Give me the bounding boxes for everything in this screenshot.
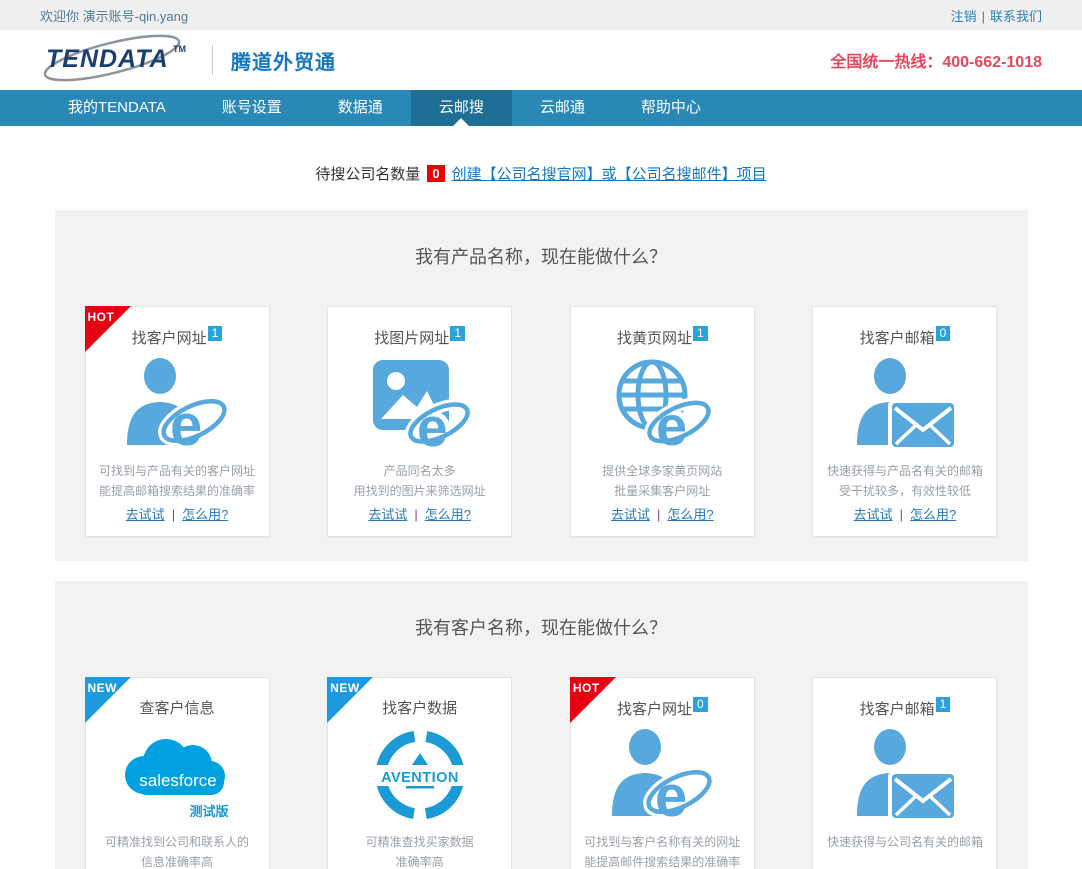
person-browser-icon: e e <box>571 719 754 832</box>
card-desc-line1: 快速获得与公司名有关的邮箱 <box>827 832 983 852</box>
nav-item-data-tool[interactable]: 数据通 <box>310 90 411 126</box>
card-check-customer-info: NEW 查客户信息 salesforce 测试版 可精准找到公司和联系人的 信息… <box>85 677 270 869</box>
how-to-use-link[interactable]: 怎么用? <box>425 507 471 522</box>
card-find-customer-website: HOT 找客户网址0 e e 可找到与客户名称有关的网址 能提高邮件搜索结果的准… <box>570 677 755 869</box>
try-it-link[interactable]: 去试试 <box>368 507 407 522</box>
header: TENDATA TM 腾道外贸通 全国统一热线：400-662-1018 <box>0 30 1082 90</box>
section-title: 我有客户名称，现在能做什么？ <box>55 581 1028 640</box>
globe-browser-icon: e e <box>571 348 754 461</box>
card-title: 找客户数据 <box>382 697 457 718</box>
count-badge: 0 <box>693 697 708 712</box>
svg-text:TENDATA: TENDATA <box>46 45 169 73</box>
link-separator: | <box>414 507 417 522</box>
count-badge: 1 <box>936 697 951 712</box>
nav-item-help-center[interactable]: 帮助中心 <box>613 90 729 126</box>
main-nav: 我的TENDATA 账号设置 数据通 云邮搜 云邮通 帮助中心 <box>0 90 1082 126</box>
link-separator: | <box>900 507 903 522</box>
pending-count-badge: 0 <box>427 165 444 182</box>
card-title: 找客户邮箱0 <box>860 326 951 348</box>
count-badge: 1 <box>208 326 223 341</box>
avention-ring-icon: AVENTION <box>328 718 511 832</box>
salesforce-trial-caption: 测试版 <box>189 804 228 819</box>
top-bar: 欢迎你 演示账号-qin.yang 注销 | 联系我们 <box>0 0 1082 30</box>
hot-ribbon: HOT <box>570 677 616 723</box>
card-find-customer-email: 找客户邮箱1 快速获得与公司名有关的邮箱 去试试|怎么用? <box>812 677 997 869</box>
card-find-image-website: 找图片网址1 e e 产品同名太多 用找到的图片来筛选网址 去试试 | 怎么用? <box>327 306 512 537</box>
card-desc-line2: 信息准确率高 <box>141 852 213 869</box>
customer-name-section: 我有客户名称，现在能做什么？ NEW 查客户信息 salesforce 测试版 <box>55 581 1028 869</box>
nav-item-my-tendata[interactable]: 我的TENDATA <box>40 90 194 126</box>
card-title: 找客户邮箱1 <box>860 697 951 719</box>
try-it-link[interactable]: 去试试 <box>854 507 893 522</box>
how-to-use-link[interactable]: 怎么用? <box>910 507 956 522</box>
card-find-customer-data: NEW 找客户数据 AVENTION 可精准查找买家数据 准确率高 去试试|怎么… <box>327 677 512 869</box>
contact-us-link[interactable]: 联系我们 <box>990 9 1042 24</box>
svg-text:salesforce: salesforce <box>139 771 216 790</box>
link-separator: | <box>172 507 175 522</box>
welcome-text: 欢迎你 演示账号-qin.yang <box>40 6 188 25</box>
card-title: 找客户网址0 <box>617 697 708 719</box>
card-title: 找图片网址1 <box>374 326 465 348</box>
top-links-divider: | <box>982 9 985 24</box>
count-badge: 0 <box>936 326 951 341</box>
card-desc-line2: 受干扰较多，有效性较低 <box>839 481 971 501</box>
card-find-customer-website: HOT 找客户网址1 e e 可找到与产品有关的客户网址 能提高邮箱搜索结果的准… <box>85 306 270 537</box>
link-separator: | <box>657 507 660 522</box>
card-desc-line2: 准确率高 <box>396 852 444 869</box>
pending-count-label: 待搜公司名数量 <box>315 163 420 184</box>
svg-text:AVENTION: AVENTION <box>381 770 459 786</box>
salesforce-cloud-icon: salesforce 测试版 <box>86 718 269 832</box>
nav-item-account-settings[interactable]: 账号设置 <box>194 90 310 126</box>
card-desc-line1: 可找到与客户名称有关的网址 <box>584 832 740 852</box>
how-to-use-link[interactable]: 怎么用? <box>667 507 713 522</box>
image-browser-icon: e e <box>328 348 511 461</box>
brand-divider <box>212 45 213 75</box>
product-name-section: 我有产品名称，现在能做什么？ HOT 找客户网址1 e e 可找到与产品有关的客… <box>55 210 1028 561</box>
card-title: 找客户网址1 <box>132 326 223 348</box>
svg-text:TM: TM <box>173 44 186 54</box>
card-desc-line1: 可找到与产品有关的客户网址 <box>99 461 255 481</box>
card-desc-line1: 快速获得与产品名有关的邮箱 <box>827 461 983 481</box>
pending-company-notice: 待搜公司名数量 0 创建【公司名搜官网】或【公司名搜邮件】项目 <box>0 163 1082 184</box>
card-desc-line1: 可精准查找买家数据 <box>366 832 474 852</box>
person-mail-icon <box>813 348 996 461</box>
card-desc-line2: 用找到的图片来筛选网址 <box>354 481 486 501</box>
card-title: 找黄页网址1 <box>617 326 708 348</box>
tendata-logo[interactable]: TENDATA TM <box>40 34 198 87</box>
card-find-yellowpage-website: 找黄页网址1 e e <box>570 306 755 537</box>
section-title: 我有产品名称，现在能做什么？ <box>55 210 1028 269</box>
nav-item-cloud-mail-search[interactable]: 云邮搜 <box>411 90 512 126</box>
brand-name: 腾道外贸通 <box>231 46 336 75</box>
card-desc-line1: 提供全球多家黄页网站 <box>602 461 722 481</box>
card-desc-line2: 能提高邮件搜索结果的准确率 <box>584 852 740 869</box>
person-mail-icon <box>813 719 996 832</box>
card-desc-line1: 可精准找到公司和联系人的 <box>105 832 249 852</box>
new-ribbon: NEW <box>327 677 373 723</box>
logout-link[interactable]: 注销 <box>951 9 977 24</box>
hot-ribbon: HOT <box>85 306 131 352</box>
person-browser-icon: e e <box>86 348 269 461</box>
card-title: 查客户信息 <box>139 697 214 718</box>
new-ribbon: NEW <box>85 677 131 723</box>
count-badge: 1 <box>693 326 708 341</box>
try-it-link[interactable]: 去试试 <box>611 507 650 522</box>
try-it-link[interactable]: 去试试 <box>126 507 165 522</box>
top-bar-links: 注销 | 联系我们 <box>951 6 1042 25</box>
hotline-text: 全国统一热线：400-662-1018 <box>830 48 1042 72</box>
card-desc-line1: 产品同名太多 <box>384 461 456 481</box>
how-to-use-link[interactable]: 怎么用? <box>182 507 228 522</box>
card-find-customer-email: 找客户邮箱0 快速获得与产品名有关的邮箱 受干扰较多，有效性较低 去试试 | 怎么用… <box>812 306 997 537</box>
count-badge: 1 <box>450 326 465 341</box>
create-project-link[interactable]: 创建【公司名搜官网】或【公司名搜邮件】项目 <box>452 163 767 184</box>
nav-item-cloud-mail[interactable]: 云邮通 <box>512 90 613 126</box>
card-desc-line2: 能提高邮箱搜索结果的准确率 <box>99 481 255 501</box>
card-desc-line2: 批量采集客户网址 <box>614 481 710 501</box>
